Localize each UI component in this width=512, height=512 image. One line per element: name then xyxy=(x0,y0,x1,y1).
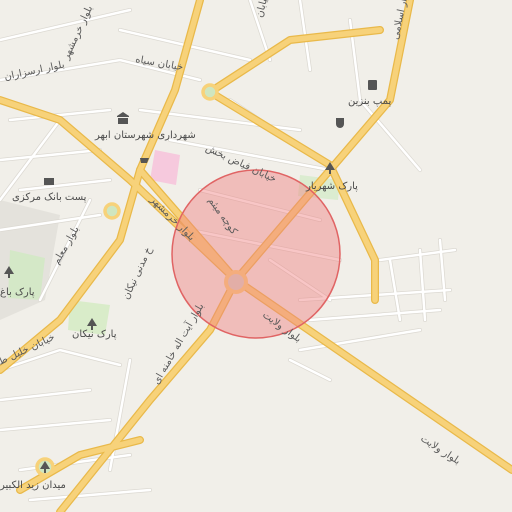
fuel-pump-icon xyxy=(368,80,377,90)
mail-icon xyxy=(44,178,54,185)
poi-label-bagh: پارک باغ xyxy=(0,287,35,298)
pink-area xyxy=(150,150,180,185)
poi-label-post: پست بانک مرکزی xyxy=(12,192,87,203)
cafe-icon xyxy=(336,118,344,128)
poi-label-zeid: میدان زید الکبیر xyxy=(0,480,66,491)
roundabout-north xyxy=(201,83,219,101)
poi-cafe[interactable] xyxy=(336,118,344,128)
map-canvas[interactable]: بلوار ولایت بلوار ولایت بلوار آیت اله خا… xyxy=(0,0,512,512)
poi-label-gas: پمپ بنزین xyxy=(348,96,391,107)
poi-label-nikan: پارک نیکان xyxy=(72,329,117,340)
map-view[interactable]: بلوار ولایت بلوار ولایت بلوار آیت اله خا… xyxy=(0,0,512,512)
roundabout-west xyxy=(103,202,121,220)
poi-label-municipality: شهرداری شهرستان ابهر xyxy=(94,130,196,141)
poi-label-shahriar: پارک شهریار xyxy=(305,181,358,192)
